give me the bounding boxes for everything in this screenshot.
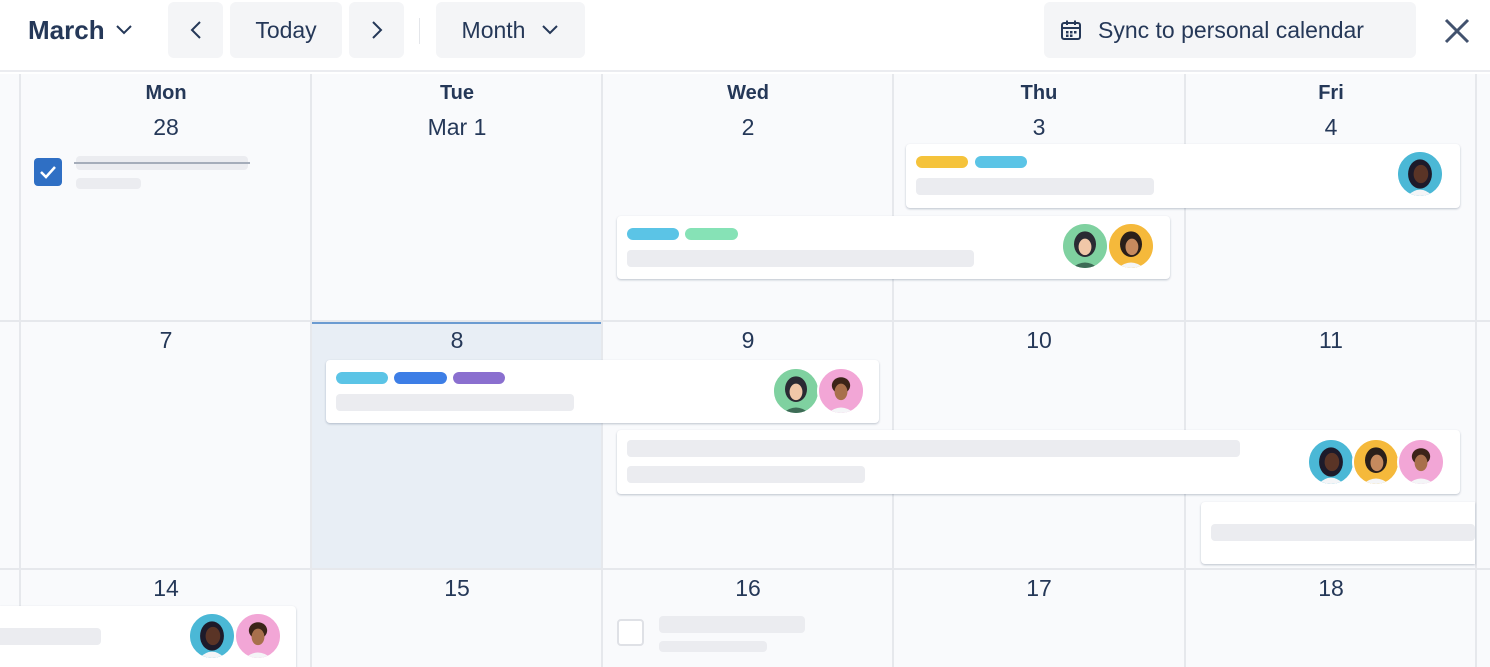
weekday-header: Thu bbox=[1020, 82, 1058, 104]
previous-month-button[interactable] bbox=[168, 2, 223, 58]
avatar bbox=[1396, 150, 1444, 198]
event-title-placeholder bbox=[0, 628, 101, 645]
chevron-down-icon bbox=[115, 25, 132, 35]
calendar-icon bbox=[1061, 20, 1081, 40]
today-button-label: Today bbox=[255, 16, 317, 43]
today-cell-highlight bbox=[312, 322, 602, 568]
week-divider bbox=[0, 320, 1490, 322]
day-number[interactable]: 16 bbox=[603, 575, 893, 602]
view-selector[interactable]: Month bbox=[436, 2, 585, 58]
event-tag-mint bbox=[685, 228, 738, 240]
event-tag-blue bbox=[394, 372, 447, 384]
strikethrough-line bbox=[74, 162, 250, 164]
day-number[interactable]: 9 bbox=[603, 327, 893, 354]
avatar bbox=[772, 367, 820, 415]
day-number[interactable]: 7 bbox=[21, 327, 311, 354]
weekday-header: Mon bbox=[145, 82, 187, 104]
event-tag-purple bbox=[453, 372, 505, 384]
day-number[interactable]: 14 bbox=[21, 575, 311, 602]
day-number[interactable]: 3 bbox=[894, 114, 1184, 141]
weekday-header: Wed bbox=[727, 82, 769, 104]
week-divider bbox=[0, 568, 1490, 570]
task-subtitle-placeholder bbox=[659, 641, 767, 652]
day-number[interactable]: 11 bbox=[1186, 327, 1476, 354]
month-grid: Mon Tue Wed Thu Fri 28 Mar 1 2 3 4 7 8 9… bbox=[0, 74, 1490, 667]
avatar bbox=[1397, 438, 1445, 486]
toolbar-divider bbox=[419, 18, 420, 44]
avatar bbox=[817, 367, 865, 415]
day-number[interactable]: 8 bbox=[312, 327, 602, 354]
event-title-placeholder bbox=[1211, 524, 1475, 541]
chevron-right-icon bbox=[371, 21, 382, 39]
event-tag-yellow bbox=[916, 156, 968, 168]
day-number[interactable]: 17 bbox=[894, 575, 1184, 602]
event-tag-cyan bbox=[975, 156, 1027, 168]
day-number[interactable]: 2 bbox=[603, 114, 893, 141]
chevron-down-icon bbox=[542, 25, 559, 35]
event-tag-cyan bbox=[336, 372, 388, 384]
view-label: Month bbox=[461, 16, 526, 43]
event-card[interactable] bbox=[617, 430, 1460, 494]
day-number[interactable]: 28 bbox=[21, 114, 311, 141]
day-number[interactable]: 15 bbox=[312, 575, 602, 602]
event-card[interactable] bbox=[326, 360, 879, 423]
month-label: March bbox=[28, 14, 105, 45]
day-number[interactable]: 18 bbox=[1186, 575, 1476, 602]
avatar bbox=[1107, 222, 1155, 270]
avatar bbox=[1307, 438, 1355, 486]
event-title-placeholder bbox=[916, 178, 1154, 195]
event-subtitle-placeholder bbox=[627, 466, 865, 483]
chevron-left-icon bbox=[190, 21, 201, 39]
sync-button-label: Sync to personal calendar bbox=[1098, 16, 1364, 43]
event-card[interactable] bbox=[906, 144, 1460, 208]
avatar bbox=[1352, 438, 1400, 486]
day-number[interactable]: 4 bbox=[1186, 114, 1476, 141]
weekday-header: Fri bbox=[1318, 82, 1344, 104]
sync-calendar-button[interactable]: Sync to personal calendar bbox=[1044, 2, 1416, 58]
event-tag-cyan bbox=[627, 228, 679, 240]
unchecked-checkbox[interactable] bbox=[617, 619, 644, 646]
weekday-header: Tue bbox=[439, 82, 475, 104]
event-title-placeholder bbox=[336, 394, 574, 411]
event-title-placeholder bbox=[627, 440, 1240, 457]
avatar bbox=[234, 612, 282, 660]
checked-checkbox[interactable] bbox=[34, 158, 62, 186]
event-card[interactable] bbox=[617, 216, 1170, 279]
next-month-button[interactable] bbox=[349, 2, 404, 58]
event-title-placeholder bbox=[627, 250, 974, 267]
calendar-toolbar: March Today Month Sync to personal calen… bbox=[0, 0, 1490, 72]
close-icon[interactable] bbox=[1440, 14, 1474, 48]
checkmark-icon bbox=[40, 166, 56, 179]
avatar bbox=[188, 612, 236, 660]
task-subtitle-placeholder bbox=[76, 178, 141, 189]
event-card[interactable] bbox=[0, 606, 296, 667]
day-number[interactable]: Mar 1 bbox=[312, 114, 602, 141]
task-title-placeholder bbox=[659, 616, 805, 633]
avatar bbox=[1061, 222, 1109, 270]
event-card[interactable] bbox=[1201, 502, 1475, 564]
month-selector[interactable]: March bbox=[28, 12, 133, 48]
today-button[interactable]: Today bbox=[230, 2, 342, 58]
day-number[interactable]: 10 bbox=[894, 327, 1184, 354]
